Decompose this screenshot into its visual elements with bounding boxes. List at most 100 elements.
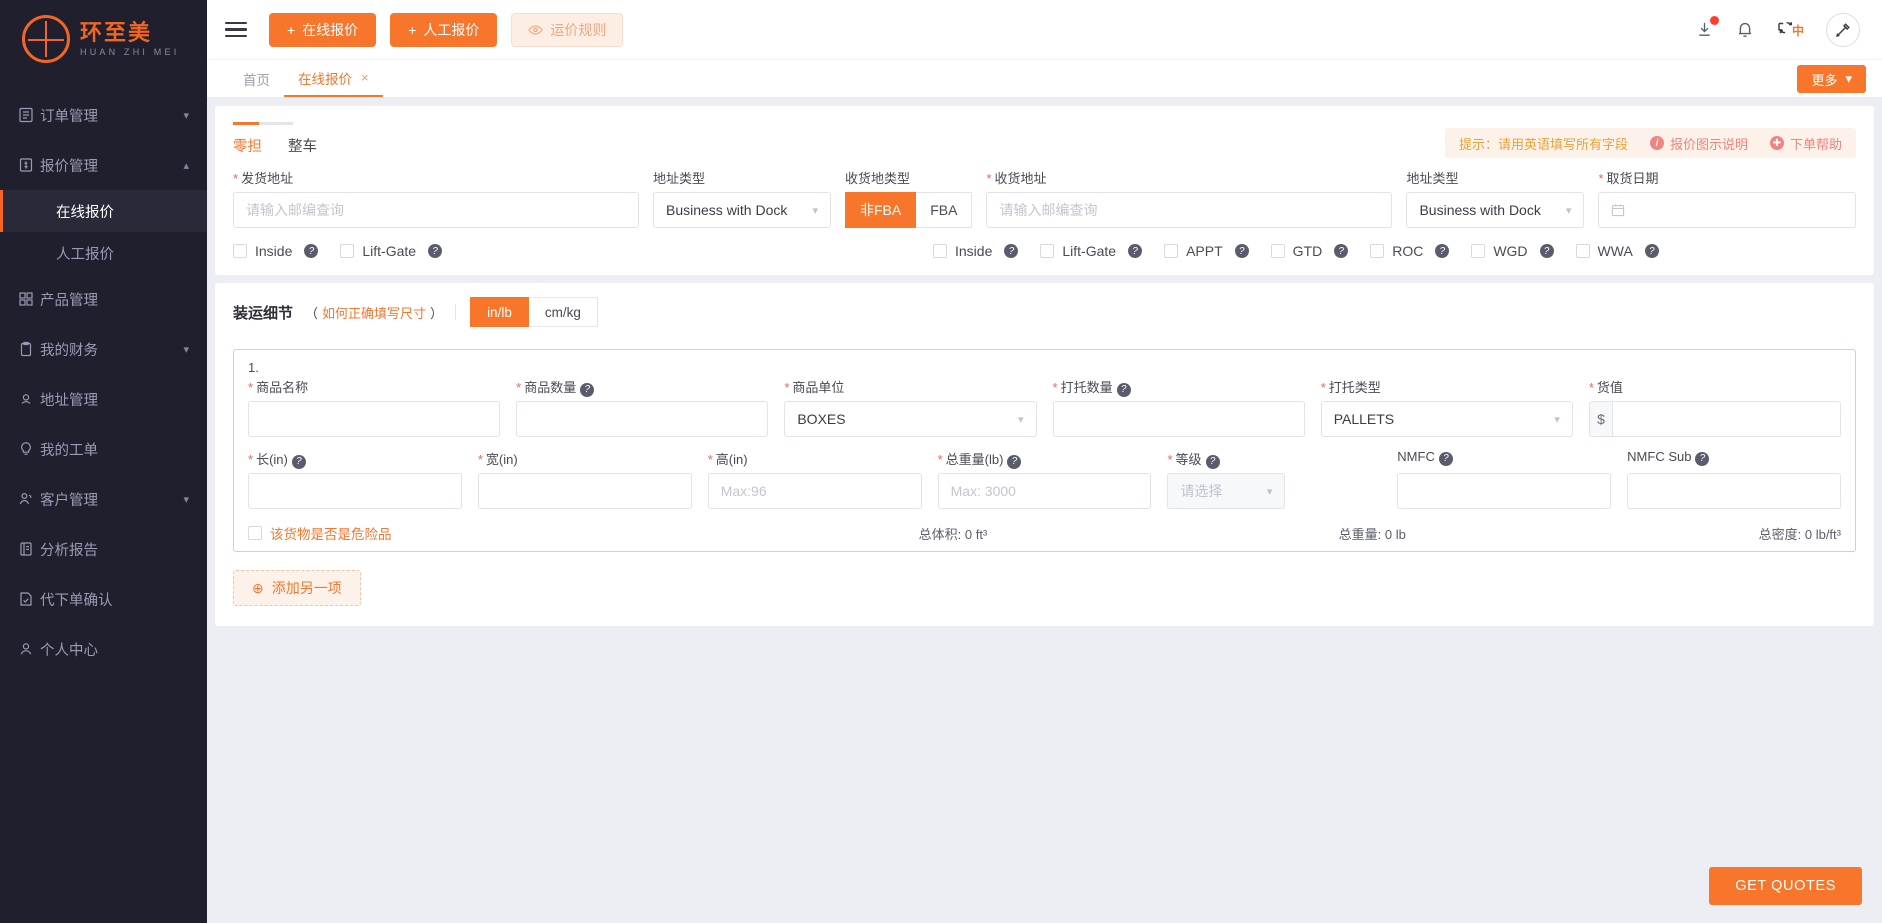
- help-icon[interactable]: ?: [1695, 452, 1709, 466]
- help-icon[interactable]: ?: [1645, 244, 1659, 258]
- length-field: *长(in)?: [248, 449, 462, 509]
- sidebar-item-label: 我的财务: [40, 339, 183, 360]
- freight-class-select[interactable]: 请选择 ▾: [1167, 473, 1285, 509]
- dest-type-nonfba-option[interactable]: 非FBA: [845, 192, 916, 228]
- hazardous-checkbox[interactable]: 该货物是否是危险品: [248, 523, 392, 543]
- avatar[interactable]: [1826, 13, 1860, 47]
- pallet-type-select[interactable]: PALLETS ▾: [1321, 401, 1573, 437]
- unit-inlb-option[interactable]: in/lb: [470, 297, 529, 327]
- unit-cmkg-option[interactable]: cm/kg: [529, 297, 598, 327]
- tab-ltl[interactable]: 零担: [233, 135, 262, 156]
- width-input[interactable]: [478, 473, 692, 509]
- bell-icon[interactable]: [1736, 20, 1754, 39]
- declared-value-input[interactable]: [1612, 401, 1841, 437]
- ship-to-field: *收货地址: [986, 168, 1392, 228]
- dest-wwa-checkbox[interactable]: WWA ?: [1576, 243, 1659, 259]
- download-icon[interactable]: [1695, 20, 1714, 39]
- origin-liftgate-checkbox[interactable]: Lift-Gate ?: [340, 243, 442, 259]
- sidebar-item-finance[interactable]: 我的财务 ▾: [0, 324, 207, 374]
- dest-gtd-checkbox[interactable]: GTD ?: [1271, 243, 1349, 259]
- item-totals: 总体积: 0 ft³ 总重量: 0 lb 总密度: 0 lb/ft³: [919, 524, 1841, 543]
- height-label: *高(in): [708, 449, 922, 466]
- logo[interactable]: 环至美 HUAN ZHI MEI: [0, 0, 207, 78]
- close-icon[interactable]: ×: [361, 70, 369, 85]
- add-item-button[interactable]: ⊕ 添加另一项: [233, 570, 361, 606]
- sidebar-item-label: 地址管理: [40, 389, 189, 410]
- help-icon[interactable]: ?: [1235, 244, 1249, 258]
- sidebar-item-label: 客户管理: [40, 489, 183, 510]
- nmfc-input[interactable]: [1397, 473, 1611, 509]
- product-name-field: *商品名称: [248, 377, 500, 437]
- chevron-down-icon: ▾: [183, 343, 189, 356]
- sidebar-item-quotes[interactable]: 报价管理 ▴: [0, 140, 207, 190]
- dest-roc-checkbox[interactable]: ROC ?: [1370, 243, 1449, 259]
- freight-class-value: 请选择: [1180, 481, 1222, 501]
- sidebar-item-order-confirm[interactable]: 代下单确认: [0, 574, 207, 624]
- pallet-type-value: PALLETS: [1334, 411, 1394, 427]
- height-input[interactable]: [708, 473, 922, 509]
- online-quote-button[interactable]: + 在线报价: [269, 13, 376, 47]
- help-icon[interactable]: ?: [304, 244, 318, 258]
- menu-toggle-icon[interactable]: [225, 22, 247, 38]
- chevron-down-icon: ▾: [1267, 485, 1273, 498]
- help-icon[interactable]: ?: [1435, 244, 1449, 258]
- dest-appt-checkbox[interactable]: APPT ?: [1164, 243, 1249, 259]
- help-icon[interactable]: ?: [1540, 244, 1554, 258]
- total-weight-input[interactable]: [938, 473, 1152, 509]
- dest-type-fba-option[interactable]: FBA: [916, 192, 972, 228]
- language-switch-icon[interactable]: 中: [1776, 20, 1804, 39]
- freight-class-label: *等级?: [1167, 449, 1381, 466]
- rate-rules-button[interactable]: 运价规则: [511, 13, 623, 47]
- add-item-label: 添加另一项: [272, 578, 342, 598]
- more-button[interactable]: 更多 ▾: [1797, 65, 1866, 93]
- tab-ftl[interactable]: 整车: [288, 135, 317, 156]
- size-guide-link[interactable]: 如何正确填写尺寸: [322, 303, 426, 322]
- product-name-label: *商品名称: [248, 377, 500, 394]
- length-input[interactable]: [248, 473, 462, 509]
- sidebar-item-manual-quote[interactable]: 人工报价: [0, 232, 207, 274]
- progress-indicator: [233, 122, 293, 125]
- note-close-paren: ）: [430, 303, 443, 322]
- order-help-link[interactable]: ✚ 下单帮助: [1770, 134, 1842, 153]
- tab-home[interactable]: 首页: [229, 60, 284, 97]
- help-icon[interactable]: ?: [1128, 244, 1142, 258]
- product-qty-input[interactable]: [516, 401, 768, 437]
- dest-liftgate-checkbox[interactable]: Lift-Gate ?: [1040, 243, 1142, 259]
- sidebar-item-products[interactable]: 产品管理: [0, 274, 207, 324]
- help-icon[interactable]: ?: [428, 244, 442, 258]
- chevron-down-icon: ▾: [183, 493, 189, 506]
- pallet-qty-input[interactable]: [1053, 401, 1305, 437]
- help-icon[interactable]: ?: [292, 455, 306, 469]
- sidebar-item-tickets[interactable]: 我的工单: [0, 424, 207, 474]
- ship-from-input[interactable]: [233, 192, 639, 228]
- get-quotes-button[interactable]: GET QUOTES: [1709, 867, 1862, 905]
- sidebar-item-reports[interactable]: 分析报告: [0, 524, 207, 574]
- help-icon[interactable]: ?: [1206, 455, 1220, 469]
- sidebar-item-online-quote[interactable]: 在线报价: [0, 190, 207, 232]
- dest-inside-checkbox[interactable]: Inside ?: [933, 243, 1018, 259]
- tab-online-quote[interactable]: 在线报价 ×: [284, 60, 383, 97]
- product-name-input[interactable]: [248, 401, 500, 437]
- help-icon[interactable]: ?: [1004, 244, 1018, 258]
- origin-inside-checkbox[interactable]: Inside ?: [233, 243, 318, 259]
- help-icon[interactable]: ?: [1117, 383, 1131, 397]
- sidebar-item-customers[interactable]: 客户管理 ▾: [0, 474, 207, 524]
- ship-to-input[interactable]: [986, 192, 1392, 228]
- sidebar-item-orders[interactable]: 订单管理 ▾: [0, 90, 207, 140]
- help-icon[interactable]: ?: [1439, 452, 1453, 466]
- dest-wgd-checkbox[interactable]: WGD ?: [1471, 243, 1553, 259]
- pickup-date-picker[interactable]: [1598, 192, 1856, 228]
- help-icon[interactable]: ?: [1334, 244, 1348, 258]
- required-marker: *: [1167, 452, 1172, 467]
- help-icon[interactable]: ?: [1007, 455, 1021, 469]
- manual-quote-button[interactable]: + 人工报价: [390, 13, 497, 47]
- checkbox-icon: [1576, 244, 1590, 258]
- sidebar-item-profile[interactable]: 个人中心: [0, 624, 207, 674]
- quote-legend-link[interactable]: i 报价图示说明: [1650, 134, 1748, 153]
- product-unit-select[interactable]: BOXES ▾: [784, 401, 1036, 437]
- sidebar-item-address[interactable]: 地址管理: [0, 374, 207, 424]
- to-address-type-select[interactable]: Business with Dock ▾: [1406, 192, 1584, 228]
- from-address-type-select[interactable]: Business with Dock ▾: [653, 192, 831, 228]
- nmfc-sub-input[interactable]: [1627, 473, 1841, 509]
- help-icon[interactable]: ?: [580, 383, 594, 397]
